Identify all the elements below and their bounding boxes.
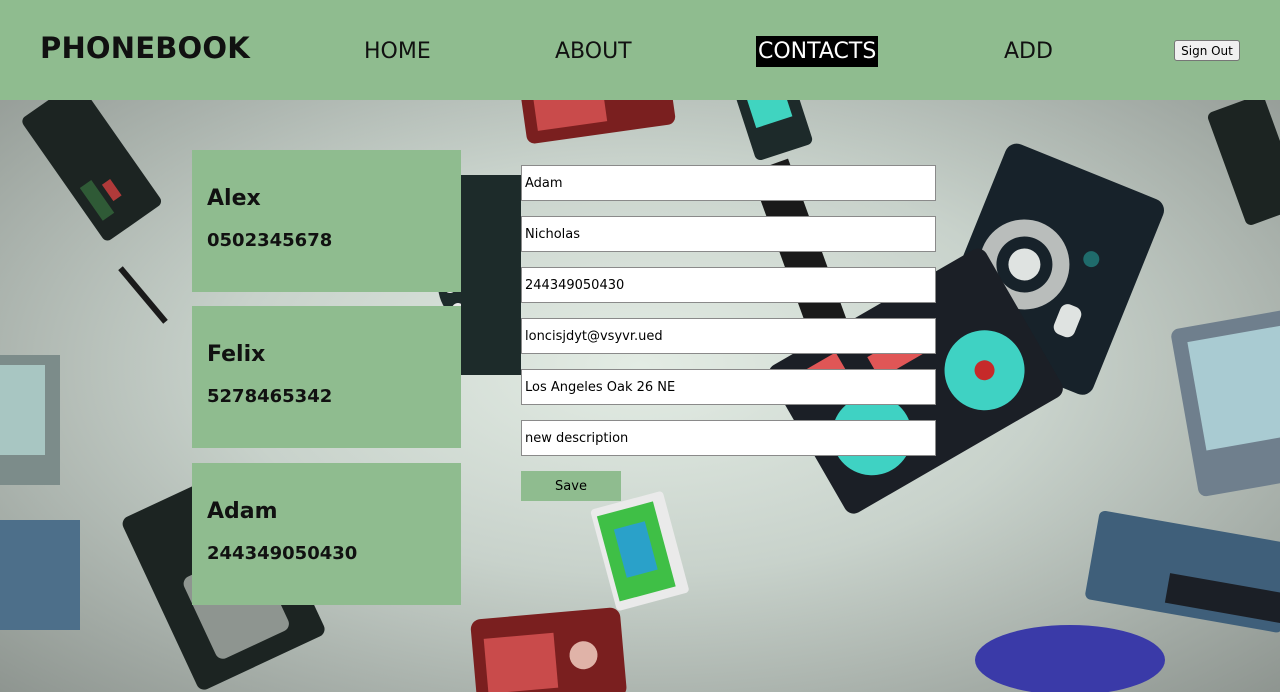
top-nav-bar: PHONEBOOK HOME ABOUT CONTACTS ADD Sign O… [0,0,1280,100]
address-input[interactable] [521,369,936,405]
nav-about-link[interactable]: ABOUT [553,36,634,67]
nav-add-link[interactable]: ADD [1002,36,1055,67]
phone-input[interactable] [521,267,936,303]
first-name-input[interactable] [521,165,936,201]
contact-edit-form: Save [521,165,936,501]
brand-logo-text[interactable]: PHONEBOOK [40,31,250,65]
contact-card[interactable]: Alex 0502345678 [192,150,461,292]
contact-phone: 0502345678 [207,230,333,251]
last-name-input[interactable] [521,216,936,252]
save-button[interactable]: Save [521,471,621,501]
sign-out-button[interactable]: Sign Out [1174,40,1240,61]
contact-card[interactable]: Adam 244349050430 [192,463,461,605]
description-input[interactable] [521,420,936,456]
nav-home-link[interactable]: HOME [362,36,433,67]
contact-name: Alex [207,186,261,211]
contact-card[interactable]: Felix 5278465342 [192,306,461,448]
contact-name: Adam [207,499,278,524]
contact-name: Felix [207,342,266,367]
nav-contacts-link[interactable]: CONTACTS [756,36,879,67]
email-input[interactable] [521,318,936,354]
contact-phone: 5278465342 [207,386,333,407]
contact-phone: 244349050430 [207,543,358,564]
